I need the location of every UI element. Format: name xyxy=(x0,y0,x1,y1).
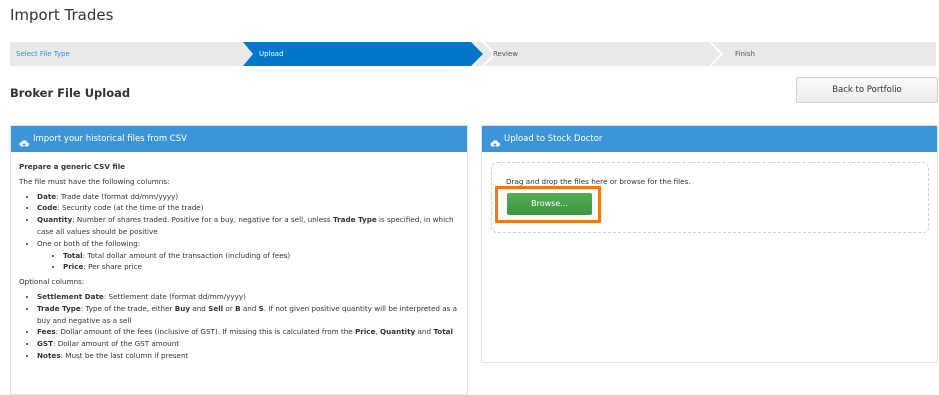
list-item: GST: Dollar amount of the GST amount xyxy=(37,338,467,350)
back-to-portfolio-button[interactable]: Back to Portfolio xyxy=(796,77,938,103)
list-item: Notes: Must be the last column if presen… xyxy=(37,350,467,362)
panel-heading: Upload to Stock Doctor xyxy=(504,134,603,144)
step-select-file-type[interactable]: Select File Type xyxy=(10,42,243,66)
optional-title: Optional columns: xyxy=(19,277,85,287)
wizard-steps: Select File Type Upload Review Finish xyxy=(10,42,936,66)
step-review[interactable]: Review xyxy=(483,42,719,66)
panel-heading: Import your historical files from CSV xyxy=(33,134,187,144)
cloud-upload-icon xyxy=(19,134,29,148)
section-title: Broker File Upload xyxy=(10,86,131,100)
panel-header: Import your historical files from CSV xyxy=(11,126,467,152)
columns-intro: The file must have the following columns… xyxy=(19,176,170,186)
file-dropzone[interactable]: Drag and drop the files here or browse f… xyxy=(491,162,929,233)
browse-button[interactable]: Browse... xyxy=(507,193,592,215)
list-item: Code: Security code (at the time of the … xyxy=(37,202,467,214)
upload-panel: Upload to Stock Doctor Drag and drop the… xyxy=(481,125,938,363)
page-title: Import Trades xyxy=(10,6,114,24)
prepare-title: Prepare a generic CSV file xyxy=(19,162,126,171)
cloud-upload-icon xyxy=(490,134,500,148)
list-item: One or both of the following: Total: Tot… xyxy=(37,238,467,273)
browse-highlight: Browse... xyxy=(495,186,601,223)
optional-columns-list: Settlement Date: Settlement date (format… xyxy=(37,291,467,362)
dropzone-text: Drag and drop the files here or browse f… xyxy=(506,177,691,186)
list-item: Date: Trade date (format dd/mm/yyyy) xyxy=(37,191,467,203)
step-finish[interactable]: Finish xyxy=(719,42,936,66)
list-item: Total: Total dollar amount of the transa… xyxy=(63,250,467,262)
panel-header: Upload to Stock Doctor xyxy=(482,126,937,152)
list-item: Quantity: Number of shares traded. Posit… xyxy=(37,214,467,238)
required-columns-list: Date: Trade date (format dd/mm/yyyy) Cod… xyxy=(37,191,467,274)
list-item: Fees: Dollar amount of the fees (inclusi… xyxy=(37,326,467,338)
list-item: Settlement Date: Settlement date (format… xyxy=(37,291,467,303)
step-upload[interactable]: Upload xyxy=(243,42,483,66)
list-item: Trade Type: Type of the trade, either Bu… xyxy=(37,303,467,327)
list-item: Price: Per share price xyxy=(63,261,467,273)
csv-instructions-panel: Import your historical files from CSV Pr… xyxy=(10,125,468,395)
